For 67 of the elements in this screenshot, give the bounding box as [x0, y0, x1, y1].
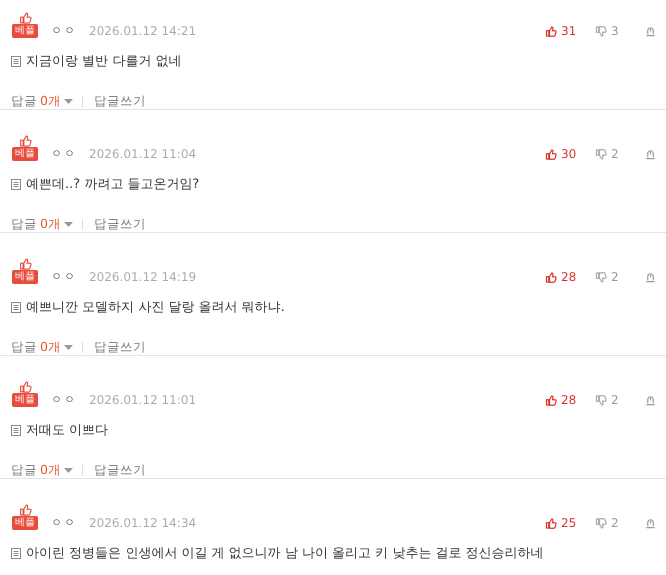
best-badge: 베플: [12, 270, 38, 284]
write-reply-link[interactable]: 답글쓰기: [94, 216, 146, 233]
caret-icon: [64, 344, 73, 350]
write-reply-link[interactable]: 답글쓰기: [94, 462, 146, 479]
comment-text: 예쁜데..? 까려고 들고온거임?: [26, 176, 200, 193]
thumbs-down-icon: [595, 26, 607, 36]
best-badge: 베플: [12, 147, 38, 161]
replies-toggle[interactable]: 답글 0개: [11, 93, 73, 110]
author-name: ㅇㅇ: [51, 147, 77, 161]
write-reply-link[interactable]: 답글쓰기: [94, 93, 146, 110]
caret-icon: [64, 98, 73, 104]
comment-text: 저때도 이쁘다: [26, 422, 108, 439]
comment-text: 지금이랑 별반 다를거 없네: [26, 53, 182, 70]
write-reply-link[interactable]: 답글쓰기: [94, 339, 146, 356]
thumbs-up-icon: [545, 26, 557, 36]
thumbs-down-icon: [595, 272, 607, 282]
thumbs-up-icon: [18, 135, 32, 147]
thumbs-up-icon: [18, 381, 32, 393]
like-button[interactable]: 28: [545, 270, 595, 284]
like-button[interactable]: 25: [545, 516, 595, 530]
memo-icon: [11, 178, 21, 190]
caret-icon: [64, 468, 73, 474]
thumbs-down-icon: [595, 148, 607, 160]
thumbs-up-icon: [545, 148, 557, 160]
comment-date: 2026.01.12 11:01: [89, 393, 196, 407]
like-button[interactable]: 28: [545, 393, 595, 407]
thumbs-up-icon: [18, 12, 32, 24]
comment-date: 2026.01.12 11:04: [89, 147, 196, 161]
replies-toggle[interactable]: 답글 0개: [11, 339, 73, 356]
report-icon[interactable]: [645, 394, 656, 406]
best-badge: 베플: [12, 516, 38, 530]
like-button[interactable]: 30: [545, 147, 595, 161]
report-icon[interactable]: [645, 26, 656, 36]
memo-icon: [11, 302, 21, 312]
thumbs-up-icon: [18, 504, 32, 516]
report-icon[interactable]: [645, 272, 656, 282]
replies-toggle[interactable]: 답글 0개: [11, 462, 73, 479]
like-button[interactable]: 31: [545, 24, 595, 38]
thumbs-up-icon: [545, 518, 557, 528]
comment-text: 아이린 정병들은 인생에서 이길 게 없으니까 남 나이 올리고 키 낮추는 걸로 정신승리하네: [26, 545, 544, 562]
replies-toggle[interactable]: 답글 0개: [11, 216, 73, 233]
dislike-button[interactable]: 2: [595, 270, 645, 284]
caret-icon: [64, 222, 73, 228]
best-badge: 베플: [12, 393, 38, 407]
thumbs-down-icon: [595, 394, 607, 406]
comment-date: 2026.01.12 14:19: [89, 270, 196, 284]
memo-icon: [11, 548, 21, 558]
thumbs-down-icon: [595, 518, 607, 528]
memo-icon: [11, 56, 21, 66]
dislike-button[interactable]: 2: [595, 516, 645, 530]
dislike-button[interactable]: 2: [595, 147, 645, 161]
comment-date: 2026.01.12 14:34: [89, 516, 196, 530]
thumbs-up-icon: [18, 258, 32, 270]
memo-icon: [11, 424, 21, 436]
thumbs-up-icon: [545, 272, 557, 282]
author-name: ㅇㅇ: [51, 270, 77, 284]
report-icon[interactable]: [645, 148, 656, 160]
report-icon[interactable]: [645, 518, 656, 528]
dislike-button[interactable]: 3: [595, 24, 645, 38]
author-name: ㅇㅇ: [51, 516, 77, 530]
author-name: ㅇㅇ: [51, 24, 77, 38]
author-name: ㅇㅇ: [51, 393, 77, 407]
comment-text: 예쁘니깐 모델하지 사진 달랑 올려서 뭐하냐.: [26, 299, 285, 316]
thumbs-up-icon: [545, 394, 557, 406]
comment-date: 2026.01.12 14:21: [89, 24, 196, 38]
best-badge: 베플: [12, 24, 38, 38]
dislike-button[interactable]: 2: [595, 393, 645, 407]
